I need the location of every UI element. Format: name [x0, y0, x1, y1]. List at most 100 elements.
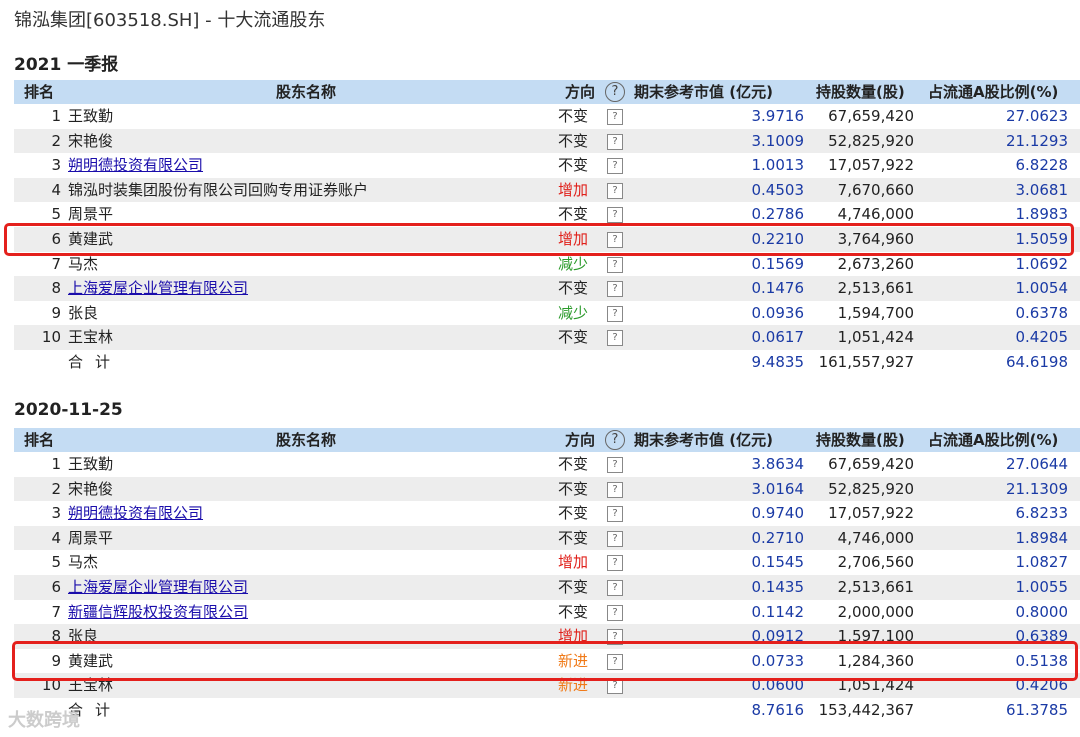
shareholder-name-link[interactable]: 朔明德投资有限公司 — [68, 501, 203, 525]
shareholder-name-link[interactable]: 上海爱屋企业管理有限公司 — [68, 276, 248, 300]
detail-help-icon[interactable]: ? — [607, 256, 623, 273]
direction-cell: 不变 — [558, 328, 589, 347]
market-value-cell: 3.9716 — [751, 107, 805, 125]
ratio-cell: 1.8984 — [1015, 528, 1069, 547]
watermark: 大数跨境 — [8, 710, 80, 731]
detail-help-icon[interactable]: ? — [607, 281, 623, 298]
table-row: 2 宋艳俊 不变? 3.1009 52,825,920 21.1293 — [14, 128, 1080, 154]
ratio-cell: 27.0623 — [1005, 107, 1068, 125]
total-ratio: 61.3785 — [1005, 700, 1068, 719]
table-row: 4 周景平 不变? 0.2710 4,746,000 1.8984 — [14, 525, 1080, 551]
market-value-cell: 0.0617 — [751, 328, 805, 347]
direction-cell: 不变 — [558, 455, 589, 473]
highlight-box-huang-jianwu-20201125 — [12, 641, 1078, 681]
header-ratio: 占流通A股比例(%) — [928, 83, 1059, 101]
direction-cell: 不变 — [558, 528, 589, 547]
rank-cell: 8 — [51, 279, 61, 298]
total-market-value: 8.7616 — [751, 700, 805, 719]
shares-cell: 52,825,920 — [828, 479, 914, 498]
ratio-cell: 1.0054 — [1015, 279, 1069, 298]
ratio-cell: 3.0681 — [1015, 180, 1069, 199]
rank-cell: 5 — [51, 553, 61, 572]
header-shares: 持股数量(股) — [816, 83, 905, 101]
ratio-cell: 21.1293 — [1005, 131, 1068, 150]
table-row: 2 宋艳俊 不变? 3.0164 52,825,920 21.1309 — [14, 476, 1080, 502]
detail-help-icon[interactable]: ? — [607, 109, 623, 125]
detail-help-icon[interactable]: ? — [607, 579, 623, 596]
rank-cell: 9 — [51, 303, 61, 322]
shares-cell: 17,057,922 — [828, 504, 914, 523]
ratio-cell: 6.8233 — [1015, 504, 1069, 523]
market-value-cell: 3.8634 — [751, 455, 805, 473]
shareholder-name: 宋艳俊 — [68, 131, 114, 150]
market-value-cell: 0.1435 — [751, 577, 805, 596]
market-value-cell: 0.1545 — [751, 553, 805, 572]
detail-help-icon[interactable]: ? — [607, 604, 623, 621]
detail-help-icon[interactable]: ? — [607, 481, 623, 498]
shares-cell: 1,594,700 — [837, 303, 914, 322]
header-rank: 排名 — [24, 83, 55, 101]
ratio-cell: 27.0644 — [1005, 455, 1068, 473]
header-rank: 排名 — [24, 431, 55, 449]
detail-help-icon[interactable]: ? — [607, 158, 623, 175]
table-row: 3 朔明德投资有限公司 不变? 0.9740 17,057,922 6.8233 — [14, 501, 1080, 526]
market-value-cell: 0.4503 — [751, 180, 805, 199]
shares-cell: 2,513,661 — [837, 577, 914, 596]
shares-cell: 7,670,660 — [837, 180, 914, 199]
section-title-20201125: 2020-11-25 — [14, 400, 123, 420]
table-row: 5 马杰 增加? 0.1545 2,706,560 1.0827 — [14, 550, 1080, 575]
market-value-cell: 0.9740 — [751, 504, 805, 523]
rank-cell: 4 — [51, 180, 61, 199]
detail-help-icon[interactable]: ? — [607, 330, 623, 347]
total-market-value: 9.4835 — [751, 352, 805, 371]
header-direction: 方向 — [565, 431, 596, 449]
rank-cell: 10 — [41, 328, 61, 347]
market-value-cell: 0.1476 — [751, 279, 805, 298]
detail-help-icon[interactable]: ? — [607, 305, 623, 322]
direction-cell: 不变 — [558, 602, 589, 621]
rank-cell: 1 — [51, 455, 61, 473]
shareholder-name: 宋艳俊 — [68, 479, 114, 498]
direction-cell: 不变 — [558, 131, 589, 150]
direction-cell: 不变 — [558, 156, 589, 175]
ratio-cell: 1.0827 — [1015, 553, 1069, 572]
ratio-cell: 0.6378 — [1015, 303, 1069, 322]
rank-cell: 3 — [51, 156, 61, 175]
highlight-box-huang-jianwu-2021q1 — [4, 223, 1074, 256]
detail-help-icon[interactable]: ? — [607, 506, 623, 523]
shares-cell: 67,659,420 — [828, 455, 914, 473]
shares-cell: 2,706,560 — [837, 553, 914, 572]
direction-cell: 增加 — [558, 180, 589, 199]
shareholder-name: 马杰 — [68, 553, 99, 572]
ratio-cell: 1.0055 — [1015, 577, 1069, 596]
direction-cell: 增加 — [558, 553, 589, 572]
detail-help-icon[interactable]: ? — [607, 457, 623, 473]
shareholder-name-link[interactable]: 朔明德投资有限公司 — [68, 153, 203, 177]
direction-cell: 不变 — [558, 107, 589, 125]
detail-help-icon[interactable]: ? — [607, 207, 623, 224]
rank-cell: 7 — [51, 602, 61, 621]
direction-cell: 不变 — [558, 479, 589, 498]
header-market-value: 期末参考市值 (亿元) — [634, 431, 773, 449]
shareholder-name: 王致勤 — [68, 107, 114, 125]
table-row: 10 王宝林 不变? 0.0617 1,051,424 0.4205 — [14, 325, 1080, 350]
shares-cell: 4,746,000 — [837, 528, 914, 547]
direction-help-icon[interactable]: ? — [605, 82, 625, 102]
detail-help-icon[interactable]: ? — [607, 530, 623, 547]
direction-cell: 减少 — [558, 303, 589, 322]
detail-help-icon[interactable]: ? — [607, 133, 623, 150]
detail-help-icon[interactable]: ? — [607, 182, 623, 199]
direction-cell: 不变 — [558, 279, 589, 298]
shareholder-name: 张良 — [68, 303, 99, 322]
detail-help-icon[interactable]: ? — [607, 555, 623, 572]
direction-cell: 不变 — [558, 504, 589, 523]
direction-help-icon[interactable]: ? — [605, 430, 625, 450]
ratio-cell: 0.8000 — [1015, 602, 1069, 621]
table-body: 1 王致勤 不变? 3.8634 67,659,420 27.0644 2 宋艳俊 不变? 3.0… — [14, 452, 1080, 723]
shareholder-name: 周景平 — [68, 528, 114, 547]
total-shares: 153,442,367 — [818, 700, 914, 719]
page-title: 锦泓集团[603518.SH] - 十大流通股东 — [14, 10, 326, 31]
shareholder-name-link[interactable]: 新疆信辉股权投资有限公司 — [68, 600, 248, 624]
shares-cell: 1,051,424 — [837, 328, 914, 347]
shareholder-name-link[interactable]: 上海爱屋企业管理有限公司 — [68, 575, 248, 599]
